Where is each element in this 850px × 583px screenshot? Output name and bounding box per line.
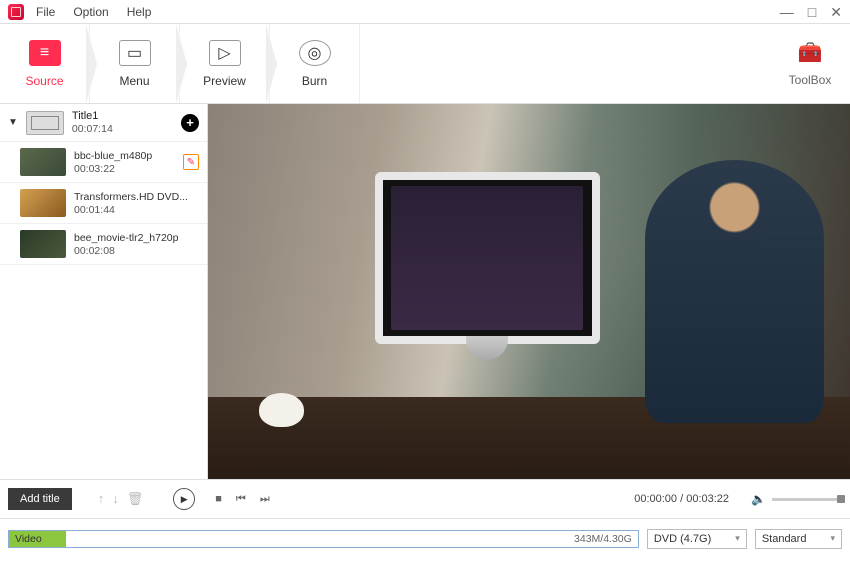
- title-name: Title1: [72, 110, 173, 122]
- tab-source-label: Source: [25, 74, 63, 88]
- clip-name: Transformers.HD DVD...: [74, 191, 199, 203]
- ribbon: ≡ Source ▭ Menu ▷ Preview ◎ Burn 🧰 ToolB…: [0, 24, 850, 104]
- tab-toolbox-label: ToolBox: [789, 73, 832, 87]
- menu-option[interactable]: Option: [73, 5, 108, 19]
- clip-duration: 00:02:08: [74, 245, 199, 257]
- preview-pane[interactable]: [208, 104, 850, 479]
- controls-bar: Add title ↑ ↓ 🗑 ▶ ■ ⏮ ⏭ 00:00:00 / 00:03…: [0, 479, 850, 518]
- transport: ■ ⏮ ⏭: [215, 493, 269, 506]
- burn-icon: ◎: [299, 40, 331, 66]
- tab-burn[interactable]: ◎ Burn: [270, 24, 360, 103]
- volume-slider[interactable]: [772, 498, 842, 501]
- edit-icon[interactable]: ✎: [183, 154, 199, 170]
- disc-type-value: DVD (4.7G): [654, 533, 711, 545]
- quality-select[interactable]: Standard: [755, 529, 842, 549]
- source-icon: ≡: [29, 40, 61, 66]
- tab-preview-label: Preview: [203, 74, 246, 88]
- title-row[interactable]: ▼ Title1 00:07:14 +: [0, 104, 207, 142]
- tab-preview[interactable]: ▷ Preview: [180, 24, 270, 103]
- clip-thumb: [20, 230, 66, 258]
- close-icon[interactable]: ✕: [830, 5, 842, 19]
- disc-type-select[interactable]: DVD (4.7G): [647, 529, 747, 549]
- next-button[interactable]: ⏭: [260, 493, 270, 506]
- tab-menu[interactable]: ▭ Menu: [90, 24, 180, 103]
- titlebar: File Option Help — □ ✕: [0, 0, 850, 24]
- delete-icon[interactable]: 🗑: [127, 491, 144, 507]
- toolbox-icon: 🧰: [798, 40, 823, 65]
- move-down-icon[interactable]: ↓: [112, 491, 119, 507]
- add-title-button[interactable]: Add title: [8, 488, 72, 510]
- clip-actions: ↑ ↓ 🗑: [98, 491, 144, 507]
- caret-down-icon[interactable]: ▼: [8, 117, 18, 128]
- clip-thumb: [20, 189, 66, 217]
- clip-name: bee_movie-tlr2_h720p: [74, 232, 199, 244]
- preview-image: [208, 104, 850, 479]
- time-current: 00:00:00: [634, 493, 677, 505]
- minimize-icon[interactable]: —: [780, 5, 794, 19]
- capacity-text: 343M/4.30G: [574, 531, 632, 547]
- title-thumb: [26, 111, 64, 135]
- stop-button[interactable]: ■: [215, 493, 222, 506]
- track-label: Video: [15, 533, 42, 545]
- quality-value: Standard: [762, 533, 807, 545]
- play-button[interactable]: ▶: [173, 488, 195, 510]
- volume-icon[interactable]: 🔈: [751, 492, 766, 506]
- maximize-icon[interactable]: □: [808, 5, 816, 19]
- tab-menu-label: Menu: [119, 74, 149, 88]
- title-meta: Title1 00:07:14: [72, 110, 173, 135]
- tab-burn-label: Burn: [302, 74, 327, 88]
- tab-source[interactable]: ≡ Source: [0, 24, 90, 103]
- clip-duration: 00:03:22: [74, 163, 175, 175]
- content: ▼ Title1 00:07:14 + bbc-blue_m480p 00:03…: [0, 104, 850, 479]
- clip-name: bbc-blue_m480p: [74, 150, 175, 162]
- volume: 🔈: [751, 492, 842, 506]
- menu-help[interactable]: Help: [127, 5, 152, 19]
- menu-icon: ▭: [119, 40, 151, 66]
- clip-row[interactable]: bbc-blue_m480p 00:03:22 ✎: [0, 142, 207, 183]
- preview-icon: ▷: [209, 40, 241, 66]
- move-up-icon[interactable]: ↑: [98, 491, 105, 507]
- time-display: 00:00:00 / 00:03:22: [634, 493, 729, 505]
- title-duration: 00:07:14: [72, 123, 173, 135]
- add-clip-button[interactable]: +: [181, 114, 199, 132]
- clip-duration: 00:01:44: [74, 204, 199, 216]
- menubar: File Option Help: [36, 5, 151, 19]
- app-icon: [8, 4, 24, 20]
- tab-toolbox[interactable]: 🧰 ToolBox: [770, 24, 850, 103]
- clip-row[interactable]: bee_movie-tlr2_h720p 00:02:08: [0, 224, 207, 265]
- clip-row[interactable]: Transformers.HD DVD... 00:01:44: [0, 183, 207, 224]
- bottom-bar: Video 343M/4.30G DVD (4.7G) Standard: [0, 518, 850, 558]
- sidebar: ▼ Title1 00:07:14 + bbc-blue_m480p 00:03…: [0, 104, 208, 479]
- capacity-fill: Video: [9, 531, 66, 547]
- menu-file[interactable]: File: [36, 5, 55, 19]
- window-controls: — □ ✕: [780, 5, 842, 19]
- capacity-bar: Video 343M/4.30G: [8, 530, 639, 548]
- time-total: 00:03:22: [686, 493, 729, 505]
- prev-button[interactable]: ⏮: [236, 493, 246, 506]
- clip-thumb: [20, 148, 66, 176]
